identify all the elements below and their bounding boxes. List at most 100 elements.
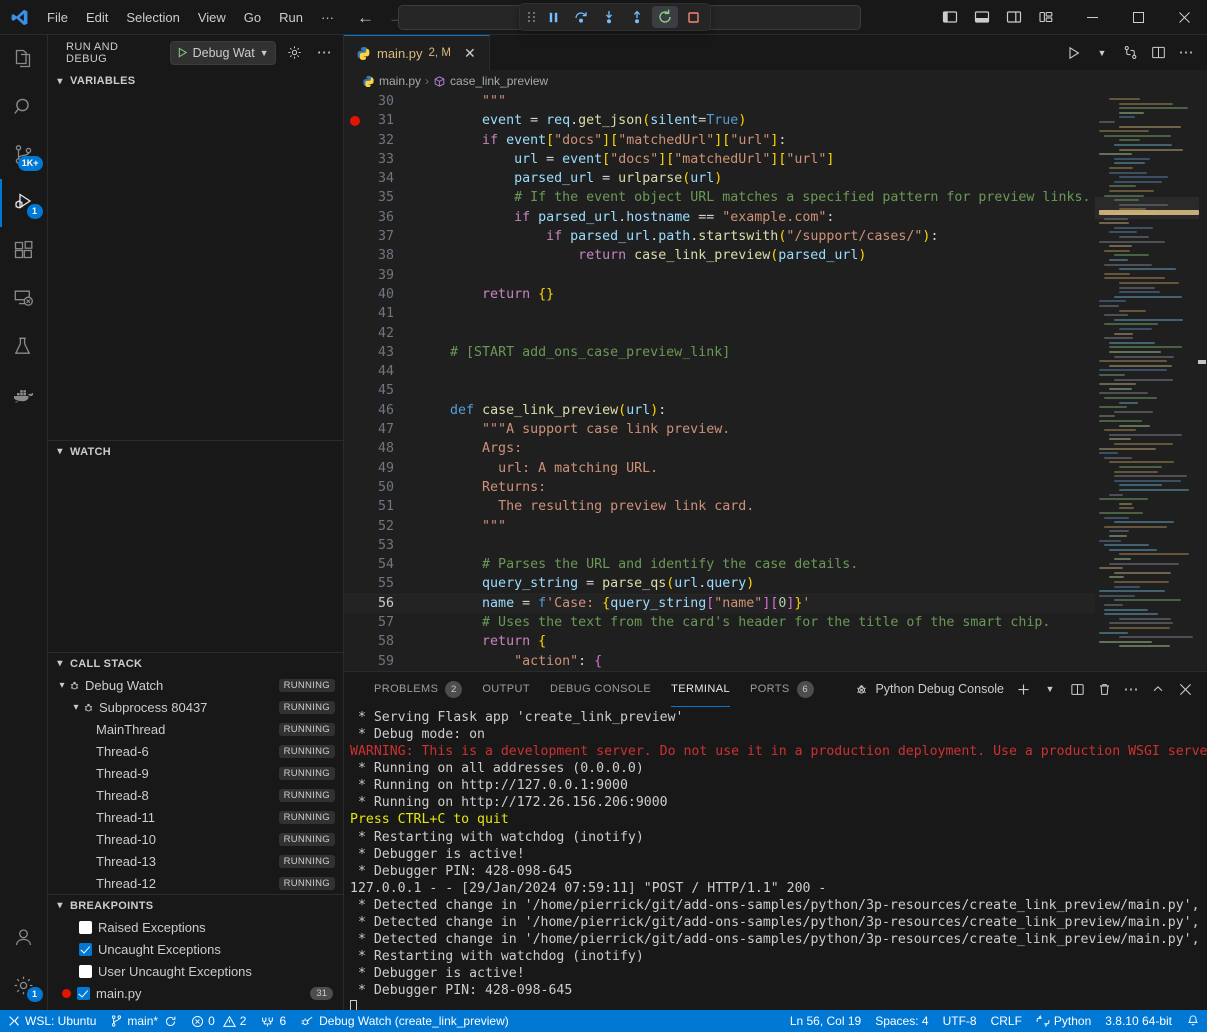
new-terminal-button[interactable]	[1011, 677, 1035, 701]
minimize-button[interactable]	[1069, 0, 1115, 35]
panel-more-actions-button[interactable]: ⋯	[1119, 677, 1143, 701]
sidebar-item-run-and-debug[interactable]: 1	[0, 179, 48, 227]
code-line[interactable]: 48 Args:	[344, 439, 1095, 458]
status-eol[interactable]: CRLF	[984, 1010, 1029, 1032]
status-indentation[interactable]: Spaces: 4	[868, 1010, 935, 1032]
sidebar-item-explorer[interactable]	[0, 35, 48, 83]
code-line[interactable]: 34 parsed_url = urlparse(url)	[344, 169, 1095, 188]
chevron-down-icon[interactable]: ▾	[70, 702, 82, 713]
code-line[interactable]: 59 "action": {	[344, 652, 1095, 671]
code-line[interactable]: 38 return case_link_preview(parsed_url)	[344, 246, 1095, 265]
restart-button[interactable]	[652, 6, 678, 28]
code-line[interactable]: 56 name = f'Case: {query_string["name"][…	[344, 594, 1095, 613]
code-line[interactable]: 31 event = req.get_json(silent=True)	[344, 111, 1095, 130]
breakpoint-checkbox[interactable]	[79, 965, 92, 978]
accounts-button[interactable]	[0, 914, 48, 962]
breakpoint-row[interactable]: Raised Exceptions	[48, 916, 343, 938]
gutter-breakpoint-slot[interactable]	[344, 401, 366, 420]
callstack-row[interactable]: Thread-11RUNNING	[48, 806, 343, 828]
callstack-row[interactable]: ▾Subprocess 80437RUNNING	[48, 696, 343, 718]
gutter-breakpoint-slot[interactable]	[344, 536, 366, 555]
code-line[interactable]: 32 if event["docs"]["matchedUrl"]["url"]…	[344, 131, 1095, 150]
minimap[interactable]	[1095, 92, 1207, 671]
code-line[interactable]: 30 """	[344, 92, 1095, 111]
panel-tabs[interactable]: PROBLEMS 2 OUTPUT DEBUG CONSOLE TERMINAL…	[344, 672, 1207, 707]
step-into-button[interactable]	[596, 6, 622, 28]
close-panel-button[interactable]	[1173, 677, 1197, 701]
gutter-breakpoint-slot[interactable]	[344, 439, 366, 458]
step-over-button[interactable]	[568, 6, 594, 28]
gutter-breakpoint-slot[interactable]	[344, 574, 366, 593]
split-editor-button[interactable]	[1145, 41, 1171, 65]
editor-breakpoint-icon[interactable]	[344, 111, 366, 130]
callstack-row[interactable]: Thread-9RUNNING	[48, 762, 343, 784]
callstack-row[interactable]: Thread-12RUNNING	[48, 872, 343, 894]
stop-button[interactable]	[680, 6, 706, 28]
breakpoint-checkbox[interactable]	[79, 921, 92, 934]
callstack-row[interactable]: Thread-8RUNNING	[48, 784, 343, 806]
gutter-breakpoint-slot[interactable]	[344, 459, 366, 478]
tab-output[interactable]: OUTPUT	[472, 672, 540, 707]
sidebar-item-search[interactable]	[0, 83, 48, 131]
code-line[interactable]: 41	[344, 304, 1095, 323]
step-out-button[interactable]	[624, 6, 650, 28]
status-editor-position[interactable]: Ln 56, Col 19	[783, 1010, 868, 1032]
sidebar-item-extensions[interactable]	[0, 227, 48, 275]
breakpoint-checkbox[interactable]	[79, 943, 92, 956]
gutter-breakpoint-slot[interactable]	[344, 652, 366, 671]
code-line[interactable]: 36 if parsed_url.hostname == "example.co…	[344, 208, 1095, 227]
sidebar-more-actions-button[interactable]: ⋯	[313, 42, 335, 64]
source-control-compare-button[interactable]	[1117, 41, 1143, 65]
debug-configuration-select[interactable]: Debug Wat ▼	[170, 41, 276, 65]
run-dropdown-button[interactable]: ▼	[1089, 41, 1115, 65]
editor-more-actions-button[interactable]: ⋯	[1173, 41, 1199, 65]
code-line[interactable]: 37 if parsed_url.path.startswith("/suppo…	[344, 227, 1095, 246]
status-git-branch[interactable]: main*	[103, 1010, 184, 1032]
layout-sidebar-right-icon[interactable]	[999, 4, 1029, 30]
gutter-breakpoint-slot[interactable]	[344, 285, 366, 304]
menu-view[interactable]: View	[189, 6, 235, 29]
gutter-breakpoint-slot[interactable]	[344, 497, 366, 516]
variables-pane-header[interactable]: ▾ VARIABLES	[48, 70, 343, 92]
tab-terminal[interactable]: TERMINAL	[661, 672, 740, 707]
code-line[interactable]: 46 def case_link_preview(url):	[344, 401, 1095, 420]
close-icon[interactable]: ✕	[461, 45, 479, 62]
callstack-row[interactable]: Thread-6RUNNING	[48, 740, 343, 762]
breadcrumb-file[interactable]: main.py	[362, 74, 421, 88]
active-terminal-chip[interactable]: Python Debug Console	[854, 682, 1008, 697]
callstack-pane-header[interactable]: ▾ CALL STACK	[48, 652, 343, 674]
split-terminal-button[interactable]	[1065, 677, 1089, 701]
menu-more[interactable]: ···	[312, 6, 343, 29]
open-launch-json-button[interactable]	[284, 42, 306, 64]
status-notifications[interactable]	[1179, 1010, 1207, 1032]
status-problems[interactable]: 0 2	[184, 1010, 253, 1032]
drag-grip-icon[interactable]	[524, 10, 538, 24]
code-line[interactable]: 51 The resulting preview link card.	[344, 497, 1095, 516]
gutter-breakpoint-slot[interactable]	[344, 208, 366, 227]
gutter-breakpoint-slot[interactable]	[344, 131, 366, 150]
gutter-breakpoint-slot[interactable]	[344, 169, 366, 188]
gutter-breakpoint-slot[interactable]	[344, 246, 366, 265]
terminal-output[interactable]: * Serving Flask app 'create_link_preview…	[344, 707, 1207, 1032]
code-line[interactable]: 33 url = event["docs"]["matchedUrl"]["ur…	[344, 150, 1095, 169]
layout-grid-icon[interactable]	[1031, 4, 1061, 30]
code-line[interactable]: 39	[344, 266, 1095, 285]
gutter-breakpoint-slot[interactable]	[344, 420, 366, 439]
breakpoint-checkbox[interactable]	[77, 987, 90, 1000]
code-line[interactable]: 40 return {}	[344, 285, 1095, 304]
status-ports[interactable]: 6	[253, 1010, 293, 1032]
code-line[interactable]: 58 return {	[344, 632, 1095, 651]
editor-scrollbar[interactable]	[1197, 92, 1207, 671]
maximize-button[interactable]	[1115, 0, 1161, 35]
code-line[interactable]: 35 # If the event object URL matches a s…	[344, 188, 1095, 207]
tab-debug-console[interactable]: DEBUG CONSOLE	[540, 672, 661, 707]
panel-actions[interactable]: Python Debug Console ▼	[854, 677, 1207, 701]
breakpoint-row[interactable]: main.py31	[48, 982, 343, 1004]
code-line[interactable]: 50 Returns:	[344, 478, 1095, 497]
code-line[interactable]: 57 # Uses the text from the card's heade…	[344, 613, 1095, 632]
breakpoints-pane-header[interactable]: ▾ BREAKPOINTS	[48, 894, 343, 916]
code-line[interactable]: 54 # Parses the URL and identify the cas…	[344, 555, 1095, 574]
code-line[interactable]: 47 """A support case link preview.	[344, 420, 1095, 439]
code-line[interactable]: 44	[344, 362, 1095, 381]
code-line[interactable]: 55 query_string = parse_qs(url.query)	[344, 574, 1095, 593]
